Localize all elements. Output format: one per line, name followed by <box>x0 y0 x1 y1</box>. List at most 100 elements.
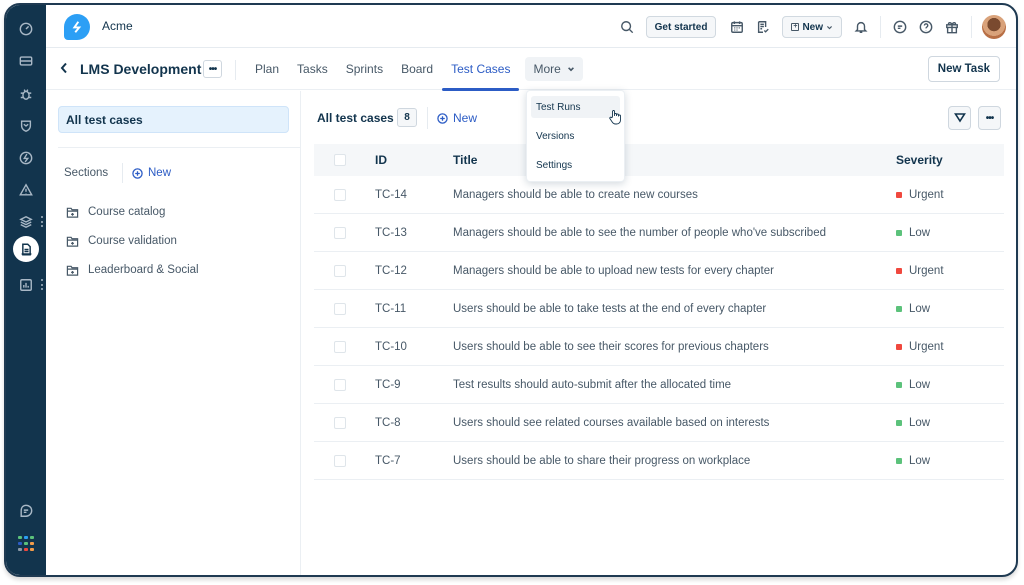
tab-test-cases[interactable]: Test Cases <box>442 48 520 91</box>
test-case-title[interactable]: Managers should be able to upload new te… <box>453 265 896 277</box>
row-checkbox[interactable] <box>334 378 346 391</box>
table-row[interactable]: TC-11 Users should be able to take tests … <box>314 290 1004 328</box>
header-actions: Get started + New <box>614 12 1006 42</box>
test-case-title[interactable]: Users should be able to take tests at th… <box>453 303 896 315</box>
divider <box>880 16 881 38</box>
bug-icon[interactable] <box>6 82 46 106</box>
row-checkbox[interactable] <box>334 188 346 201</box>
brand-logo-icon[interactable] <box>64 14 90 40</box>
severity-cell[interactable]: Low <box>896 417 930 429</box>
table-row[interactable]: TC-7 Users should be able to share their … <box>314 442 1004 480</box>
calendar-icon[interactable] <box>726 16 748 38</box>
bolt-icon[interactable] <box>6 146 46 170</box>
chat-icon[interactable] <box>889 16 911 38</box>
row-checkbox[interactable] <box>334 454 346 467</box>
test-case-title[interactable]: Managers should be able to create new co… <box>453 189 896 201</box>
layers-menu-icon[interactable] <box>41 216 43 227</box>
notes-icon[interactable] <box>752 16 774 38</box>
back-chevron-icon[interactable] <box>58 61 70 75</box>
tab-tasks[interactable]: Tasks <box>288 48 337 90</box>
reports-icon[interactable] <box>6 273 46 297</box>
section-item[interactable]: Course catalog <box>66 204 165 220</box>
apps-grid-icon[interactable] <box>18 536 34 552</box>
layers-icon[interactable] <box>6 210 46 234</box>
test-case-id[interactable]: TC-11 <box>375 303 453 315</box>
all-test-cases-item[interactable]: All test cases <box>58 106 289 133</box>
menu-item-versions[interactable]: Versions <box>531 125 620 147</box>
severity-dot-icon <box>896 343 902 350</box>
severity-cell[interactable]: Low <box>896 227 930 239</box>
test-case-title[interactable]: Test results should auto-submit after th… <box>453 379 896 391</box>
row-checkbox[interactable] <box>334 340 346 353</box>
filter-button[interactable] <box>948 106 971 130</box>
column-header-id[interactable]: ID <box>375 153 453 167</box>
help-icon[interactable] <box>915 16 937 38</box>
select-all-checkbox[interactable] <box>334 154 346 166</box>
test-case-title[interactable]: Users should be able to see their scores… <box>453 341 896 353</box>
table-row[interactable]: TC-8 Users should see related courses ava… <box>314 404 1004 442</box>
table-row[interactable]: TC-10 Users should be able to see their s… <box>314 328 1004 366</box>
get-started-button[interactable]: Get started <box>645 16 717 38</box>
test-case-id[interactable]: TC-9 <box>375 379 453 391</box>
reports-menu-icon[interactable] <box>41 279 43 290</box>
shield-icon[interactable] <box>6 114 46 138</box>
avatar[interactable] <box>982 15 1006 39</box>
section-item[interactable]: Leaderboard & Social <box>66 262 199 278</box>
table-row[interactable]: TC-9 Test results should auto-submit afte… <box>314 366 1004 404</box>
project-more-button[interactable]: ••• <box>203 60 222 78</box>
test-case-title[interactable]: Users should see related courses availab… <box>453 417 896 429</box>
severity-dot-icon <box>896 457 902 464</box>
new-section-button[interactable]: New <box>132 167 171 179</box>
list-more-button[interactable]: ••• <box>978 106 1001 130</box>
severity-cell[interactable]: Low <box>896 379 930 391</box>
search-icon[interactable] <box>616 16 638 38</box>
menu-item-test-runs[interactable]: Test Runs <box>531 96 620 118</box>
test-cases-icon[interactable] <box>13 236 39 262</box>
bell-icon[interactable] <box>850 16 872 38</box>
test-case-id[interactable]: TC-10 <box>375 341 453 353</box>
list-title: All test cases <box>317 111 394 125</box>
new-task-button[interactable]: New Task <box>927 56 1000 82</box>
tab-sprints[interactable]: Sprints <box>337 48 392 90</box>
test-case-id[interactable]: TC-8 <box>375 417 453 429</box>
column-header-title[interactable]: Title <box>453 153 896 167</box>
tab-more-label: More <box>533 62 561 76</box>
row-checkbox[interactable] <box>334 302 346 315</box>
test-case-id[interactable]: TC-13 <box>375 227 453 239</box>
section-label: Course catalog <box>88 206 166 218</box>
gift-icon[interactable] <box>941 16 963 38</box>
menu-item-settings[interactable]: Settings <box>531 154 620 176</box>
tab-more[interactable]: More <box>525 57 583 81</box>
column-header-severity[interactable]: Severity <box>896 153 943 167</box>
test-case-id[interactable]: TC-7 <box>375 455 453 467</box>
row-checkbox[interactable] <box>334 416 346 429</box>
severity-cell[interactable]: Low <box>896 455 930 467</box>
ticket-icon[interactable] <box>6 49 46 73</box>
section-item[interactable]: Course validation <box>66 233 177 249</box>
top-header: Acme Get started + New <box>46 5 1016 48</box>
sections-label: Sections <box>64 167 109 179</box>
test-case-title[interactable]: Users should be able to share their prog… <box>453 455 896 467</box>
severity-cell[interactable]: Urgent <box>896 265 944 277</box>
row-checkbox[interactable] <box>334 264 346 277</box>
app-window: Acme Get started + New LMS Development •… <box>4 3 1018 577</box>
row-checkbox[interactable] <box>334 226 346 239</box>
warning-icon[interactable] <box>6 178 46 202</box>
test-case-id[interactable]: TC-12 <box>375 265 453 277</box>
new-dropdown-button[interactable]: + New <box>782 16 842 38</box>
severity-cell[interactable]: Urgent <box>896 341 944 353</box>
table-row[interactable]: TC-14 Managers should be able to create n… <box>314 176 1004 214</box>
test-case-id[interactable]: TC-14 <box>375 189 453 201</box>
tab-board[interactable]: Board <box>392 48 442 90</box>
severity-label: Low <box>909 226 931 239</box>
tab-plan[interactable]: Plan <box>246 48 288 90</box>
severity-cell[interactable]: Urgent <box>896 189 944 201</box>
table-row[interactable]: TC-12 Managers should be able to upload n… <box>314 252 1004 290</box>
chat-bubble-icon[interactable] <box>6 499 46 523</box>
severity-cell[interactable]: Low <box>896 303 930 315</box>
dashboard-icon[interactable] <box>6 17 46 41</box>
new-test-case-button[interactable]: New <box>437 111 477 125</box>
test-case-title[interactable]: Managers should be able to see the numbe… <box>453 227 896 239</box>
more-dots-icon: ••• <box>985 112 994 124</box>
table-row[interactable]: TC-13 Managers should be able to see the … <box>314 214 1004 252</box>
